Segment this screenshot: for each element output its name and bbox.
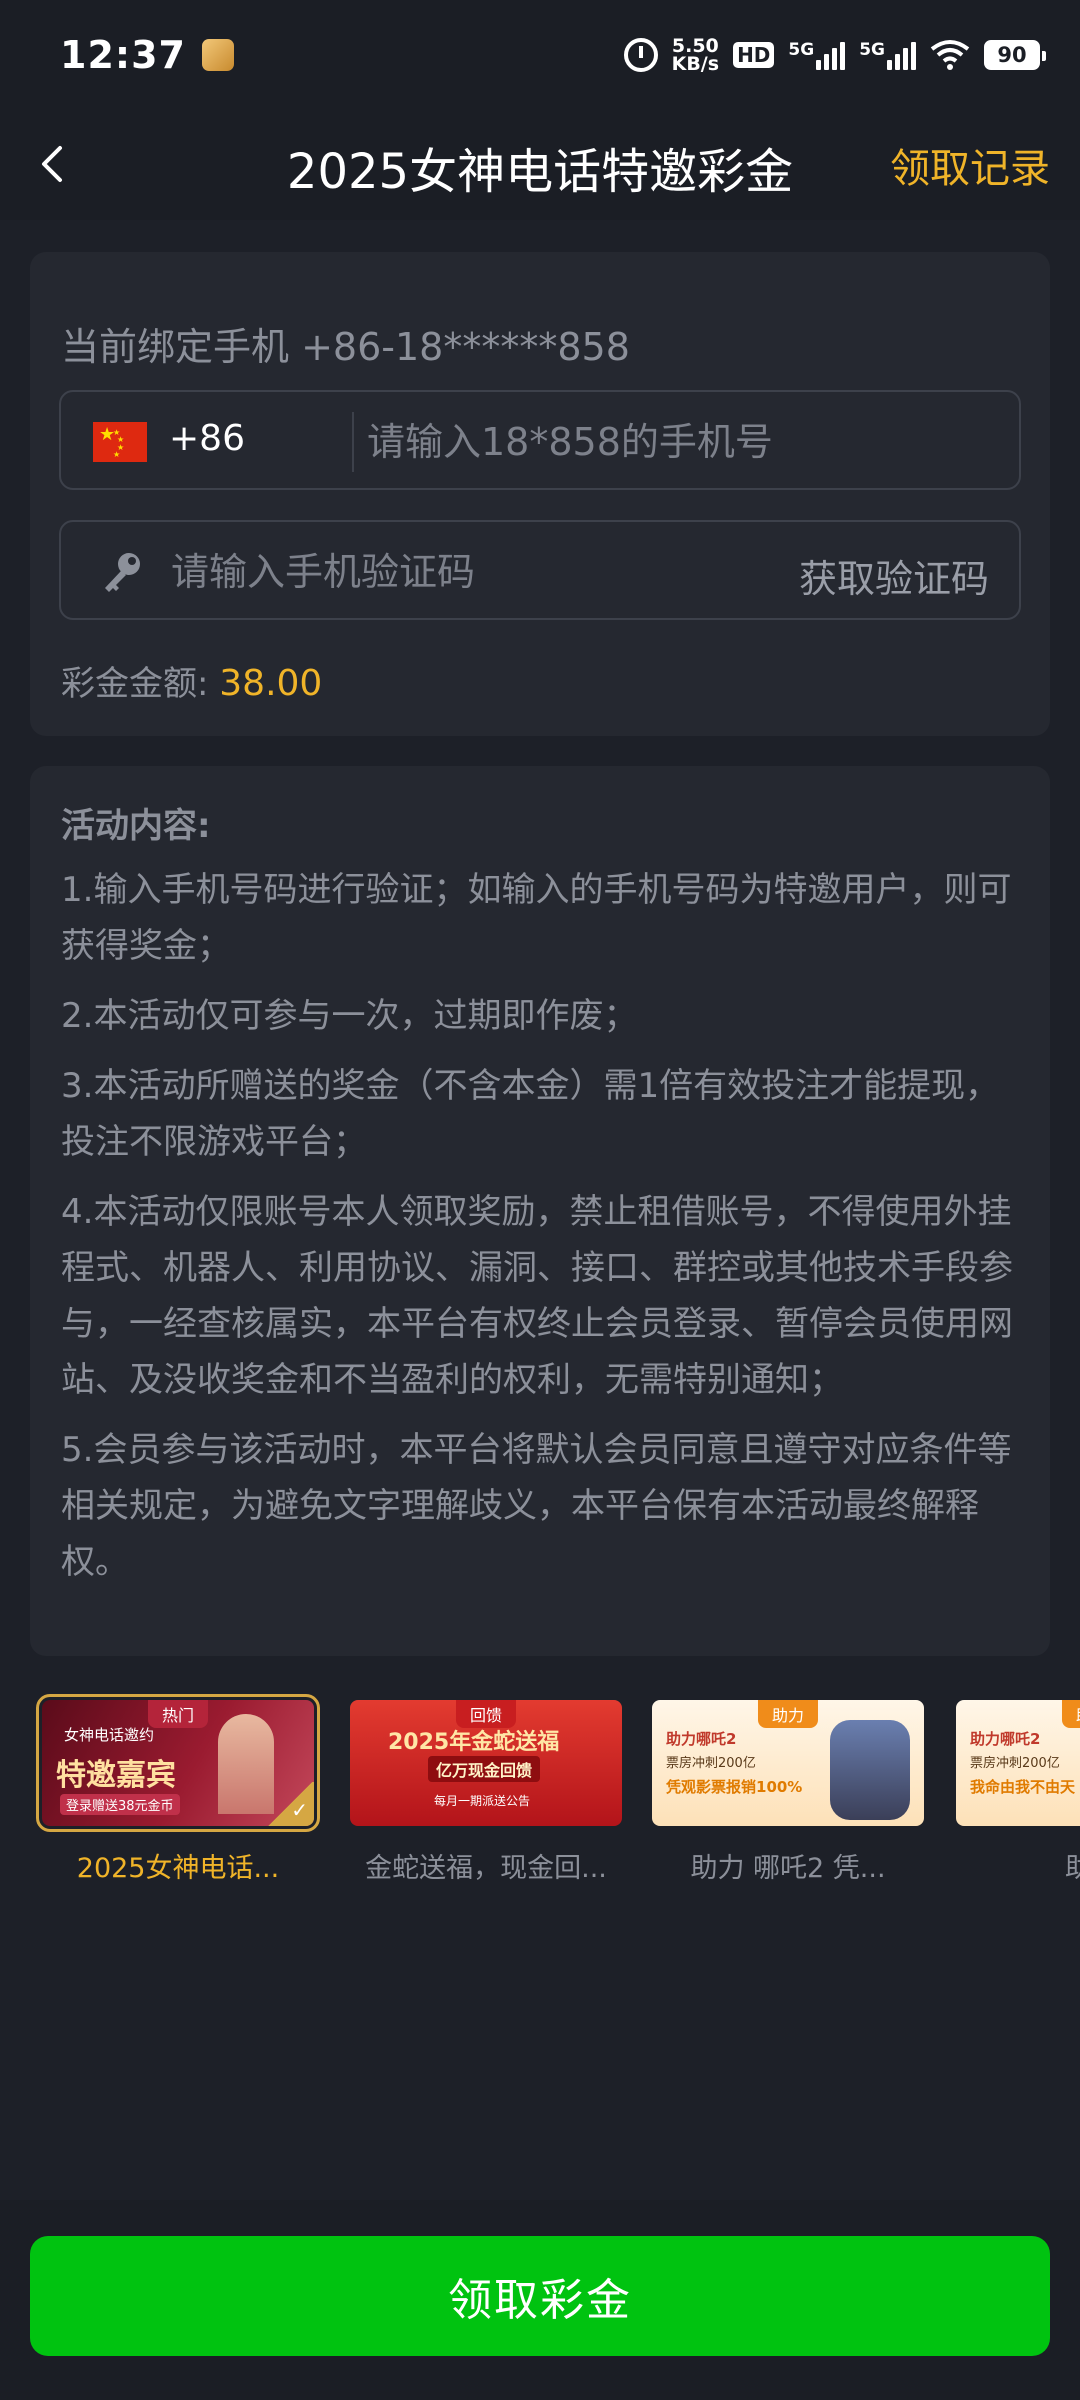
promo-line3: 登录赠送38元金币 bbox=[60, 1794, 180, 1815]
rule-item: 1.输入手机号码进行验证；如输入的手机号码为特邀用户，则可获得奖金； bbox=[61, 870, 1012, 966]
promo-item-golden-snake[interactable]: 回馈 2025年金蛇送福 亿万现金回馈 每月一期派送公告 金蛇送福，现金回... bbox=[350, 1700, 622, 1885]
sim2-network-label: 5G bbox=[859, 40, 885, 60]
app-notification-icon bbox=[201, 39, 234, 71]
promo-label: 2025女神电话... bbox=[76, 1853, 280, 1884]
promo-carousel[interactable]: 热门 女神电话邀约 特邀嘉宾 登录赠送38元金币 ✓ 2025女神电话... 回… bbox=[0, 1690, 1080, 1890]
rule-item: 2.本活动仅可参与一次，过期即作废； bbox=[61, 996, 638, 1036]
code-field-box: 获取验证码 bbox=[59, 520, 1021, 620]
promo-tag: 助力 bbox=[757, 1700, 819, 1728]
wifi-icon bbox=[930, 39, 970, 71]
bound-phone-label: 当前绑定手机 +86-18******858 bbox=[61, 325, 630, 369]
promo-line1: 助力哪吒2 bbox=[666, 1730, 737, 1748]
verification-form-card: 当前绑定手机 +86-18******858 ★★★★★ +86 获取验证码 彩… bbox=[30, 252, 1050, 736]
promo-tag: 热门 bbox=[147, 1700, 209, 1728]
bottom-action-bar: 领取彩金 bbox=[0, 2200, 1080, 2400]
promo-item-goddess-call[interactable]: 热门 女神电话邀约 特邀嘉宾 登录赠送38元金币 ✓ 2025女神电话... bbox=[36, 1694, 320, 1885]
rule-item: 5.会员参与该活动时，本平台将默认会员同意且遵守对应条件等相关规定，为避免文字理… bbox=[61, 1430, 1012, 1582]
promo-line1: 女神电话邀约 bbox=[64, 1726, 155, 1744]
promo-label: 助力 哪吒2 凭... bbox=[690, 1853, 886, 1884]
promo-line3: 每月一期派送公告 bbox=[434, 1794, 531, 1808]
status-right: 5.50 KB/s HD 5G 5G 90 bbox=[623, 37, 1046, 75]
promo-line2: 票房冲刺200亿 bbox=[666, 1756, 756, 1771]
country-code-selector[interactable]: +86 bbox=[169, 418, 245, 459]
promo-banner-image: 热门 女神电话邀约 特邀嘉宾 登录赠送38元金币 ✓ bbox=[36, 1694, 320, 1832]
rule-item: 4.本活动仅限账号本人领取奖励，禁止租借账号，不得使用外挂程式、机器人、利用协议… bbox=[61, 1192, 1013, 1400]
get-code-button[interactable]: 获取验证码 bbox=[799, 548, 989, 603]
promo-tag: 助力 bbox=[1061, 1700, 1080, 1728]
status-left: 12:37 bbox=[60, 33, 234, 77]
battery-icon: 90 bbox=[984, 40, 1046, 70]
promo-line2: 特邀嘉宾 bbox=[56, 1758, 176, 1793]
phone-number-input[interactable] bbox=[361, 402, 1001, 482]
promo-line1: 助力哪吒2 bbox=[970, 1730, 1041, 1748]
phone-field-box: ★ ★ ★ ★ ★ +86 bbox=[59, 390, 1021, 490]
promo-banner-image: 回馈 2025年金蛇送福 亿万现金回馈 每月一期派送公告 bbox=[350, 1700, 622, 1826]
promo-characters-figure bbox=[830, 1720, 910, 1820]
promo-banner-image: 助力 助力哪吒2 票房冲刺200亿 我命由我不由天 bbox=[956, 1700, 1080, 1826]
rules-title: 活动内容: bbox=[61, 806, 211, 846]
claim-bonus-button[interactable]: 领取彩金 bbox=[30, 2236, 1050, 2356]
activity-rules-card: 活动内容: 1.输入手机号码进行验证；如输入的手机号码为特邀用户，则可获得奖金；… bbox=[30, 766, 1050, 1656]
rule-item: 3.本活动所赠送的奖金（不含本金）需1倍有效投注才能提现，投注不限游戏平台； bbox=[61, 1066, 1000, 1162]
bonus-amount-label: 彩金金额: bbox=[61, 664, 220, 704]
promo-line2: 亿万现金回馈 bbox=[428, 1756, 541, 1782]
verification-code-input[interactable] bbox=[171, 532, 731, 612]
promo-item-nezha2-second[interactable]: 助力 助力哪吒2 票房冲刺200亿 我命由我不由天 助力 bbox=[956, 1700, 1080, 1885]
signal-sim1-icon: 5G bbox=[788, 40, 846, 70]
network-speed-unit: KB/s bbox=[671, 53, 720, 75]
bonus-amount-value: 38.00 bbox=[219, 663, 323, 704]
status-time: 12:37 bbox=[60, 33, 186, 77]
rules-list: 1.输入手机号码进行验证；如输入的手机号码为特邀用户，则可获得奖金； 2.本活动… bbox=[61, 862, 1025, 1604]
network-speed: 5.50 KB/s bbox=[671, 37, 720, 75]
hd-voice-icon: HD bbox=[733, 42, 775, 68]
field-divider bbox=[352, 412, 354, 472]
china-flag-icon[interactable]: ★ ★ ★ ★ ★ bbox=[93, 422, 147, 462]
bonus-amount-row: 彩金金额: 38.00 bbox=[61, 656, 322, 705]
promo-line3: 凭观影票报销100% bbox=[666, 1778, 803, 1796]
status-bar: 12:37 5.50 KB/s HD 5G 5G 90 bbox=[0, 0, 1080, 110]
promo-line3: 我命由我不由天 bbox=[970, 1778, 1076, 1796]
promo-banner-image: 助力 助力哪吒2 票房冲刺200亿 凭观影票报销100% bbox=[652, 1700, 924, 1826]
sim1-network-label: 5G bbox=[788, 40, 815, 60]
key-icon bbox=[105, 553, 140, 592]
promo-item-nezha2[interactable]: 助力 助力哪吒2 票房冲刺200亿 凭观影票报销100% 助力 哪吒2 凭... bbox=[652, 1700, 924, 1885]
signal-sim2-icon: 5G bbox=[859, 40, 916, 70]
app-header: 2025女神电话特邀彩金 领取记录 bbox=[0, 110, 1080, 220]
promo-line1: 2025年金蛇送福 bbox=[388, 1730, 560, 1755]
promo-label: 助力 bbox=[1065, 1853, 1080, 1884]
check-icon: ✓ bbox=[291, 1798, 308, 1822]
promo-label: 金蛇送福，现金回... bbox=[365, 1853, 607, 1884]
promo-line2: 票房冲刺200亿 bbox=[970, 1756, 1060, 1771]
alarm-icon bbox=[623, 38, 658, 72]
claim-record-link[interactable]: 领取记录 bbox=[890, 136, 1050, 194]
